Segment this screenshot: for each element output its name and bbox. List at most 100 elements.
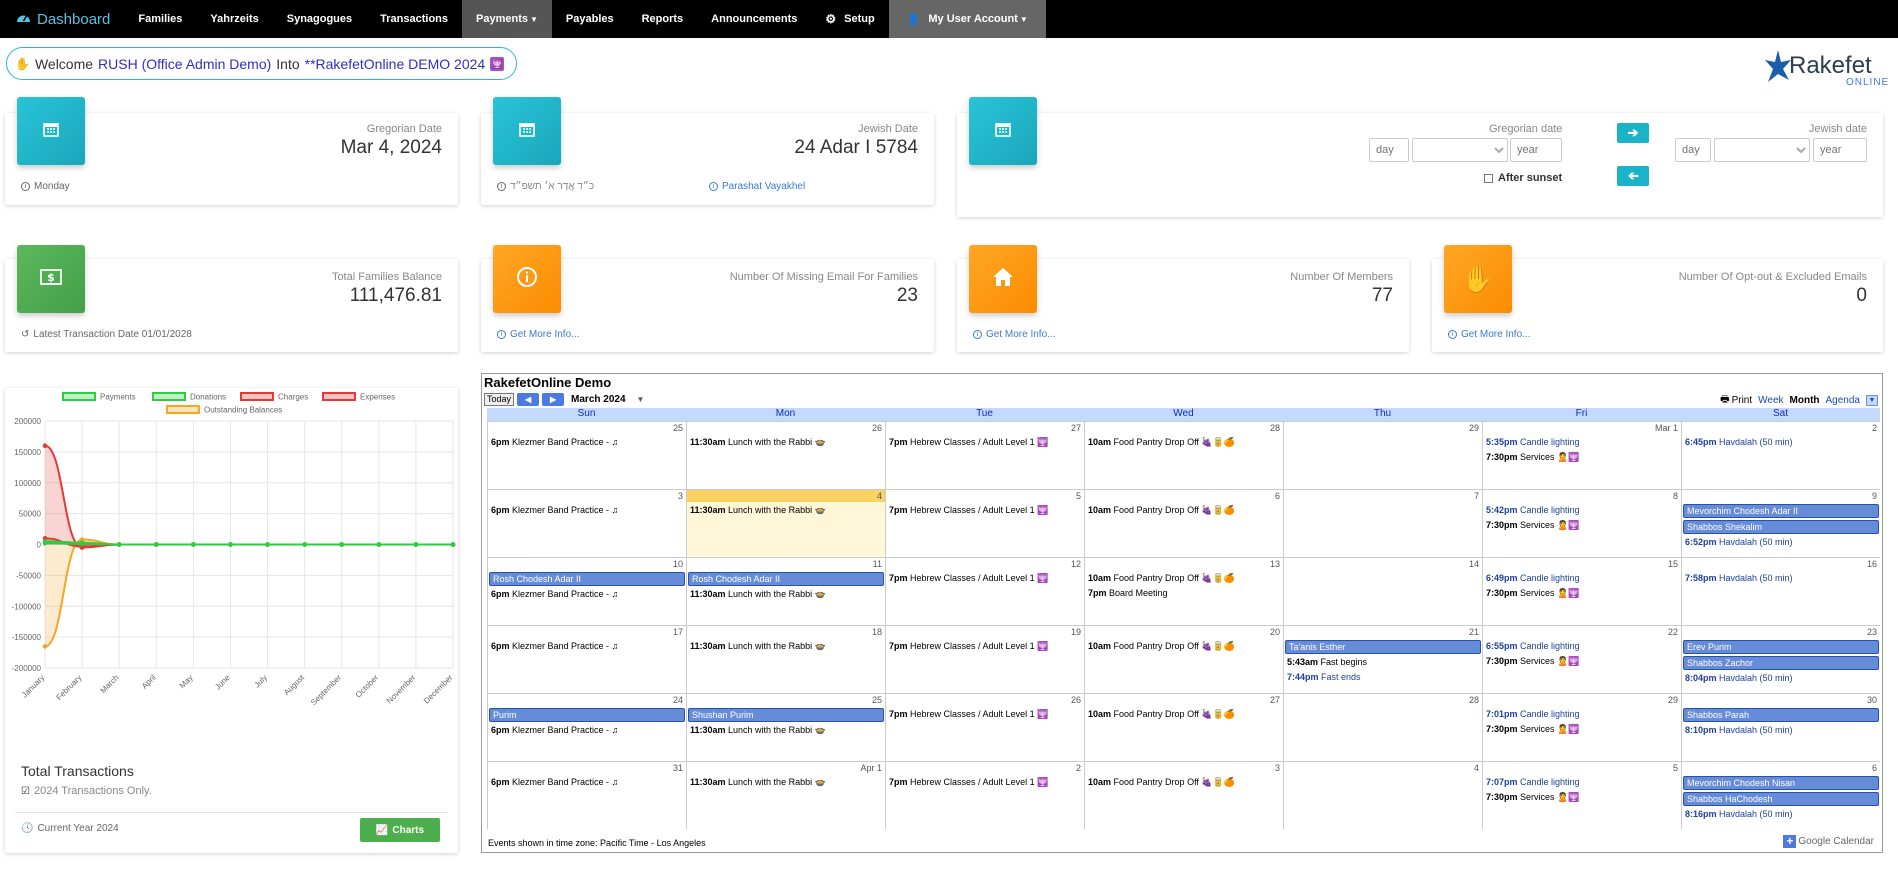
calendar-day-cell[interactable]: 12 7pm Hebrew Classes / Adult Level 1 🕎 <box>885 557 1084 625</box>
calendar-event[interactable]: 6pm Klezmer Band Practice - ♫ <box>488 774 686 789</box>
convert-to-jewish-button[interactable]: ➔ <box>1617 123 1649 143</box>
jewish-year-input[interactable] <box>1813 138 1867 162</box>
jewish-day-input[interactable] <box>1675 138 1711 162</box>
calendar-day-cell[interactable]: Mar 1 5:35pm Candle lighting 7:30pm Servic… <box>1482 421 1681 489</box>
calendar-event[interactable]: 10am Food Pantry Drop Off 🍇🥫🍊 <box>1085 774 1283 789</box>
calendar-event[interactable]: 11:30am Lunch with the Rabbi 🍲 <box>687 638 885 653</box>
members-more-link[interactable]: i Get More Info... <box>973 329 1055 340</box>
nav-synagogues[interactable]: Synagogues <box>273 0 366 38</box>
calendar-day-cell[interactable]: 26 7pm Hebrew Classes / Adult Level 1 🕎 <box>885 693 1084 761</box>
calendar-event[interactable]: 11:30am Lunch with the Rabbi 🍲 <box>687 586 885 601</box>
calendar-event[interactable]: 11:30am Lunch with the Rabbi 🍲 <box>687 434 885 449</box>
calendar-day-cell[interactable]: 29 <box>1283 421 1482 489</box>
calendar-event[interactable]: 10am Food Pantry Drop Off 🍇🥫🍊 <box>1085 434 1283 449</box>
calendar-day-cell[interactable]: 28 <box>1283 693 1482 761</box>
calendar-day-cell[interactable]: 15 6:49pm Candle lighting 7:30pm Services … <box>1482 557 1681 625</box>
calendar-day-cell[interactable]: Apr 1 11:30am Lunch with the Rabbi 🍲 <box>686 761 885 829</box>
calendar-event[interactable]: 7pm Board Meeting <box>1085 585 1283 600</box>
all-day-event[interactable]: Rosh Chodesh Adar II <box>489 572 685 586</box>
calendar-day-cell[interactable]: 30 Shabbos Parah 8:10pm Havdalah (50 min) <box>1681 693 1880 761</box>
calendar-prev-button[interactable]: ◀ <box>517 392 540 406</box>
calendar-event[interactable]: 7:30pm Services 🙎🕎 <box>1483 653 1681 668</box>
calendar-event[interactable]: 7pm Hebrew Classes / Adult Level 1 🕎 <box>886 502 1084 517</box>
calendar-event[interactable]: 5:35pm Candle lighting <box>1483 434 1681 449</box>
calendar-day-cell[interactable]: 20 10am Food Pantry Drop Off 🍇🥫🍊 <box>1084 625 1283 693</box>
calendar-day-cell[interactable]: 4 <box>1283 761 1482 829</box>
all-day-event[interactable]: Shabbos Zachor <box>1683 656 1879 670</box>
calendar-day-cell[interactable]: 7 <box>1283 489 1482 557</box>
all-day-event[interactable]: Erev Purim <box>1683 640 1879 654</box>
calendar-event[interactable]: 7pm Hebrew Classes / Adult Level 1 🕎 <box>886 774 1084 789</box>
calendar-event[interactable]: 6:49pm Candle lighting <box>1483 570 1681 585</box>
nav-my-user-account[interactable]: 👤 My User Account ▼ <box>888 0 1046 38</box>
calendar-event[interactable]: 6:55pm Candle lighting <box>1483 638 1681 653</box>
all-day-event[interactable]: Mevorchim Chodesh Nisan <box>1683 776 1879 790</box>
calendar-event[interactable]: 8:16pm Havdalah (50 min) <box>1682 806 1880 821</box>
calendar-day-cell[interactable]: 27 7pm Hebrew Classes / Adult Level 1 🕎 <box>885 421 1084 489</box>
calendar-day-cell[interactable]: 31 6pm Klezmer Band Practice - ♫ <box>487 761 686 829</box>
calendar-event[interactable]: 5:42pm Candle lighting <box>1483 502 1681 517</box>
greg-year-input[interactable] <box>1510 138 1562 162</box>
calendar-event[interactable]: 7:01pm Candle lighting <box>1483 706 1681 721</box>
calendar-event[interactable]: 7pm Hebrew Classes / Adult Level 1 🕎 <box>886 434 1084 449</box>
calendar-day-cell[interactable]: 4 11:30am Lunch with the Rabbi 🍲 <box>686 489 885 557</box>
all-day-event[interactable]: Rosh Chodesh Adar II <box>688 572 884 586</box>
calendar-event[interactable]: 7:30pm Services 🙎🕎 <box>1483 449 1681 464</box>
calendar-day-cell[interactable]: 2 7pm Hebrew Classes / Adult Level 1 🕎 <box>885 761 1084 829</box>
calendar-event[interactable]: 11:30am Lunch with the Rabbi 🍲 <box>687 774 885 789</box>
nav-payables[interactable]: Payables <box>552 0 628 38</box>
calendar-day-cell[interactable]: 2 6:45pm Havdalah (50 min) <box>1681 421 1880 489</box>
calendar-day-cell[interactable]: 9 Mevorchim Chodesh Adar II Shabbos Shekal… <box>1681 489 1880 557</box>
calendar-day-cell[interactable]: 26 11:30am Lunch with the Rabbi 🍲 <box>686 421 885 489</box>
greg-day-input[interactable] <box>1369 138 1409 162</box>
all-day-event[interactable]: Shabbos HaChodesh <box>1683 792 1879 806</box>
calendar-event[interactable]: 7:30pm Services 🙎🕎 <box>1483 517 1681 532</box>
calendar-day-cell[interactable]: 13 10am Food Pantry Drop Off 🍇🥫🍊 7pm Board… <box>1084 557 1283 625</box>
calendar-day-cell[interactable]: 8 5:42pm Candle lighting 7:30pm Services 🙎… <box>1482 489 1681 557</box>
calendar-day-cell[interactable]: 25 6pm Klezmer Band Practice - ♫ <box>487 421 686 489</box>
calendar-today-button[interactable]: Today <box>484 392 515 406</box>
all-day-event[interactable]: Shabbos Shekalim <box>1683 520 1879 534</box>
calendar-day-cell[interactable]: 5 7:07pm Candle lighting 7:30pm Services 🙎… <box>1482 761 1681 829</box>
calendar-event[interactable]: 6pm Klezmer Band Practice - ♫ <box>488 586 686 601</box>
calendar-event[interactable]: 10am Food Pantry Drop Off 🍇🥫🍊 <box>1085 706 1283 721</box>
calendar-day-cell[interactable]: 29 7:01pm Candle lighting 7:30pm Services … <box>1482 693 1681 761</box>
optout-more-link[interactable]: i Get More Info... <box>1448 329 1530 340</box>
calendar-day-cell[interactable]: 23 Erev Purim Shabbos Zachor 8:04pm Havdala… <box>1681 625 1880 693</box>
nav-payments[interactable]: Payments ▼ <box>462 0 552 38</box>
all-day-event[interactable]: Ta'anis Esther <box>1285 640 1481 654</box>
calendar-event[interactable]: 7:30pm Services 🙎🕎 <box>1483 585 1681 600</box>
calendar-day-cell[interactable]: 27 10am Food Pantry Drop Off 🍇🥫🍊 <box>1084 693 1283 761</box>
calendar-event[interactable]: 6pm Klezmer Band Practice - ♫ <box>488 434 686 449</box>
calendar-event[interactable]: 6pm Klezmer Band Practice - ♫ <box>488 722 686 737</box>
nav-families[interactable]: Families <box>124 0 196 38</box>
google-calendar-link[interactable]: + Google Calendar <box>1783 835 1874 848</box>
nav-announcements[interactable]: Announcements <box>697 0 811 38</box>
calendar-event[interactable]: 7:07pm Candle lighting <box>1483 774 1681 789</box>
calendar-event[interactable]: 8:04pm Havdalah (50 min) <box>1682 670 1880 685</box>
calendar-day-cell[interactable]: 17 6pm Klezmer Band Practice - ♫ <box>487 625 686 693</box>
calendar-event[interactable]: 7pm Hebrew Classes / Adult Level 1 🕎 <box>886 638 1084 653</box>
nav-brand-dashboard[interactable]: Dashboard <box>0 0 124 38</box>
print-button[interactable]: 🖶 Print <box>1720 392 1752 409</box>
agenda-dropdown-icon[interactable]: ▼ <box>1866 395 1878 406</box>
calendar-day-cell[interactable]: 3 10am Food Pantry Drop Off 🍇🥫🍊 <box>1084 761 1283 829</box>
calendar-day-cell[interactable]: 14 <box>1283 557 1482 625</box>
calendar-day-cell[interactable]: 3 6pm Klezmer Band Practice - ♫ <box>487 489 686 557</box>
nav-yahrzeits[interactable]: Yahrzeits <box>196 0 272 38</box>
all-day-event[interactable]: Shushan Purim <box>688 708 884 722</box>
calendar-day-cell[interactable]: 6 Mevorchim Chodesh Nisan Shabbos HaChodes… <box>1681 761 1880 829</box>
calendar-event[interactable]: 10am Food Pantry Drop Off 🍇🥫🍊 <box>1085 502 1283 517</box>
calendar-event[interactable]: 7:30pm Services 🙎🕎 <box>1483 721 1681 736</box>
parasha-link[interactable]: i Parashat Vayakhel <box>709 181 805 192</box>
calendar-day-cell[interactable]: 18 11:30am Lunch with the Rabbi 🍲 <box>686 625 885 693</box>
calendar-event[interactable]: 6:52pm Havdalah (50 min) <box>1682 534 1880 549</box>
calendar-event[interactable]: 7:58pm Havdalah (50 min) <box>1682 570 1880 585</box>
nav-setup[interactable]: ⚙ Setup <box>811 0 888 38</box>
convert-to-gregorian-button[interactable]: ➔ <box>1617 166 1649 186</box>
calendar-next-button[interactable]: ▶ <box>542 392 565 406</box>
calendar-day-cell[interactable]: 10 Rosh Chodesh Adar II 6pm Klezmer Band P… <box>487 557 686 625</box>
all-day-event[interactable]: Mevorchim Chodesh Adar II <box>1683 504 1879 518</box>
calendar-day-cell[interactable]: 16 7:58pm Havdalah (50 min) <box>1681 557 1880 625</box>
calendar-day-cell[interactable]: 22 6:55pm Candle lighting 7:30pm Services … <box>1482 625 1681 693</box>
